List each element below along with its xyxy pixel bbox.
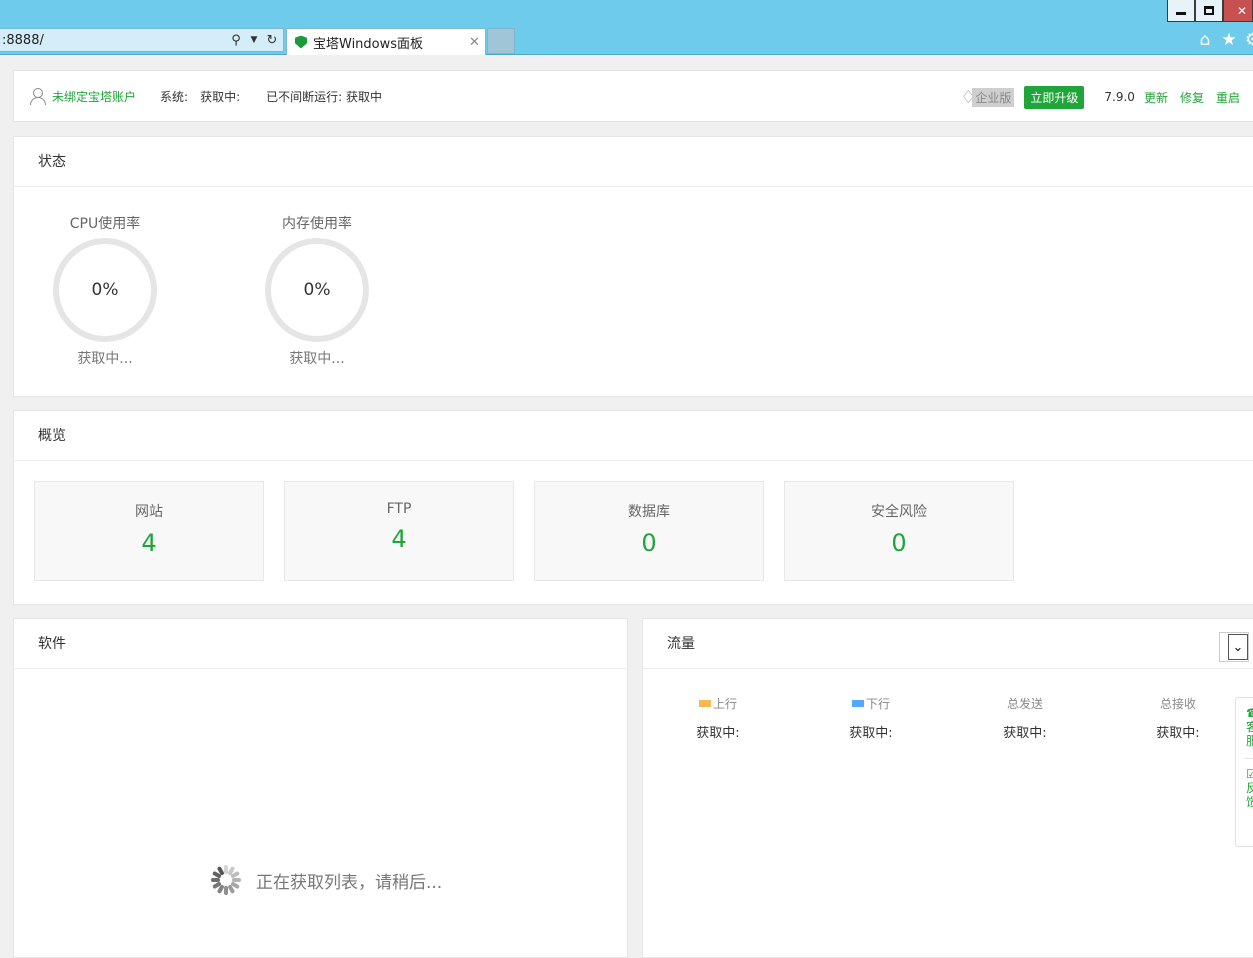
overview-security-risk-label: 安全风险 [871,504,927,520]
traffic-card: 流量 ⌄ 上行 获取中: 下行 获取中: 总发送 获取中: 总接收 获取中: [642,618,1253,958]
update-link[interactable]: 更新 [1144,89,1168,106]
traffic-download-value: 获取中: [849,726,893,741]
maximize-button[interactable] [1195,0,1223,22]
cpu-gauge-label: CPU使用率 [69,216,141,232]
dropdown-arrow-icon[interactable]: ▼ [247,35,261,45]
tab-title: 宝塔Windows面板 [313,36,424,52]
overview-security-risk-count[interactable]: 0 [785,529,1013,557]
panel-page: 未绑定宝塔账户 系统: 获取中: 已不间断运行: 获取中 ♢ 企业版 立即升级 … [0,56,1253,958]
traffic-total-sent-label: 总发送 [1006,697,1043,711]
close-window-button[interactable]: ✕ [1223,0,1253,22]
user-icon [28,87,46,105]
headset-icon: ☎ [1246,706,1253,720]
overview-ftp[interactable]: FTP 4 [284,481,514,581]
software-loading-text: 正在获取列表，请稍后... [256,872,443,893]
loading-spinner-icon [210,864,242,896]
favorites-star-icon[interactable]: ★ [1221,30,1237,50]
memory-gauge-label: 内存使用率 [282,216,352,232]
window-controls: ✕ [1167,0,1253,22]
spinner-spoke [224,886,228,895]
overview-databases[interactable]: 数据库 0 [534,481,764,581]
close-icon: ✕ [1236,3,1248,18]
address-bar[interactable]: :8888/ ⚲ ▼ ↻ [0,28,284,52]
customer-service-button[interactable]: ☎ 客服 [1236,698,1253,748]
repair-link[interactable]: 修复 [1180,89,1204,106]
uptime-text: 已不间断运行: 获取中 [266,89,382,104]
traffic-download-label: 下行 [865,697,890,711]
cpu-gauge: CPU使用率 0% 获取中... [40,187,170,368]
overview-ftp-count[interactable]: 4 [285,525,513,553]
settings-gear-icon[interactable]: ⚙ [1245,30,1253,50]
home-icon[interactable]: ⌂ [1197,30,1213,50]
top-info-bar: 未绑定宝塔账户 系统: 获取中: 已不间断运行: 获取中 ♢ 企业版 立即升级 … [13,70,1253,122]
traffic-download: 下行 获取中: [821,695,921,741]
address-url[interactable]: :8888/ [0,33,229,48]
memory-gauge: 内存使用率 0% 获取中... [252,187,382,368]
traffic-upload-value: 获取中: [696,726,740,741]
cpu-gauge-value: 0% [91,280,119,300]
tab-close-icon[interactable]: ✕ [469,35,485,50]
traffic-title: 流量 [643,619,1253,669]
system-value: 获取中: [200,89,241,104]
traffic-upload: 上行 获取中: [668,695,768,741]
chevron-down-icon[interactable]: ⌄ [1228,634,1248,660]
upgrade-button[interactable]: 立即升级 [1024,85,1085,109]
overview-title: 概览 [14,411,1253,461]
software-loading: 正在获取列表，请稍后... [210,864,442,896]
software-card: 软件 正在获取列表，请稍后... [13,618,628,958]
overview-ftp-label: FTP [386,501,412,517]
status-card: 状态 CPU使用率 0% 获取中... 内存使用率 0% 获取中... [13,136,1253,397]
cpu-gauge-ring[interactable]: 0% [53,238,157,342]
overview-websites[interactable]: 网站 4 [34,481,264,581]
bt-favicon-icon [295,35,307,49]
overview-databases-label: 数据库 [628,504,670,520]
enterprise-label: 企业版 [972,87,1015,107]
tab-bt-panel[interactable]: 宝塔Windows面板 ✕ [286,28,486,55]
customer-service-label: 客服 [1246,720,1253,748]
topbar-actions: ♢ 企业版 立即升级 7.9.0 更新 修复 重启 [960,71,1240,123]
overview-security-risk[interactable]: 安全风险 0 [784,481,1014,581]
maximize-icon [1204,6,1214,15]
traffic-total-received-value: 获取中: [1156,726,1200,741]
restart-link[interactable]: 重启 [1216,89,1240,106]
overview-websites-label: 网站 [135,504,163,520]
search-icon[interactable]: ⚲ [229,33,243,48]
feedback-button[interactable]: ☑ 反馈 [1236,759,1253,809]
upload-legend-swatch [698,700,711,707]
traffic-total-sent: 总发送 获取中: [975,695,1075,741]
software-title: 软件 [14,619,627,669]
memory-gauge-status: 获取中... [289,351,345,367]
bind-account-link[interactable]: 未绑定宝塔账户 [52,88,136,105]
traffic-upload-label: 上行 [712,697,737,711]
traffic-total-sent-value: 获取中: [1003,726,1047,741]
overview-databases-count[interactable]: 0 [535,529,763,557]
download-legend-swatch [851,700,864,707]
browser-chrome: ✕ :8888/ ⚲ ▼ ↻ 宝塔Windows面板 ✕ ⌂ ★ ⚙ [0,0,1253,55]
cpu-gauge-status: 获取中... [77,351,133,367]
side-float-widget: ☎ 客服 ☑ 反馈 [1235,697,1253,847]
version-text: 7.9.0 [1104,90,1135,104]
browser-toolbar-icons: ⌂ ★ ⚙ [1197,30,1253,50]
status-title: 状态 [14,137,1253,187]
minimize-icon [1176,12,1186,15]
system-label: 系统: [160,89,189,104]
minimize-button[interactable] [1167,0,1195,22]
network-interface-select[interactable]: ⌄ [1219,632,1249,662]
feedback-label: 反馈 [1246,781,1253,809]
feedback-icon: ☑ [1246,767,1253,781]
memory-gauge-ring[interactable]: 0% [265,238,369,342]
refresh-icon[interactable]: ↻ [265,33,279,48]
spinner-spoke [211,878,220,882]
enterprise-badge[interactable]: ♢ 企业版 [960,87,1015,108]
overview-card: 概览 网站 4 FTP 4 数据库 0 安全风险 0 [13,410,1253,605]
overview-websites-count[interactable]: 4 [35,529,263,557]
traffic-total-received: 总接收 获取中: [1128,695,1228,741]
traffic-total-received-label: 总接收 [1159,697,1196,711]
new-tab-button[interactable] [487,28,515,54]
memory-gauge-value: 0% [303,280,331,300]
